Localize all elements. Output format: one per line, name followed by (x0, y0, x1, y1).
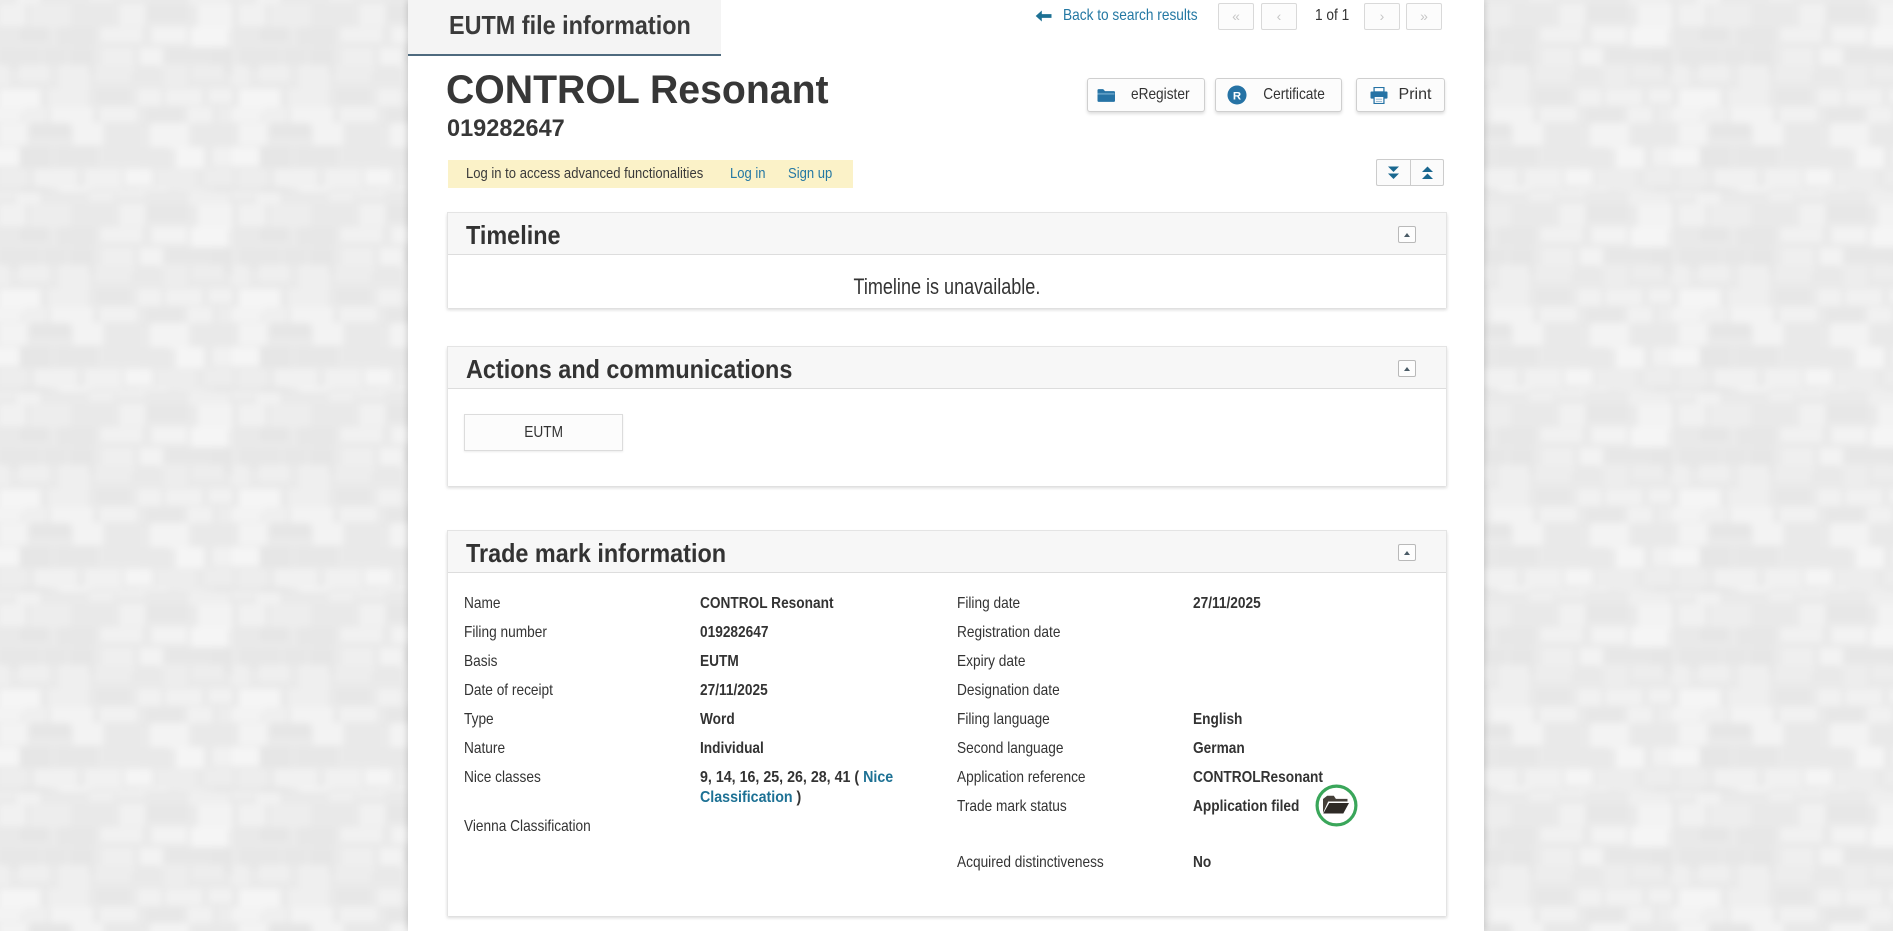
svg-text:R: R (1233, 90, 1241, 102)
